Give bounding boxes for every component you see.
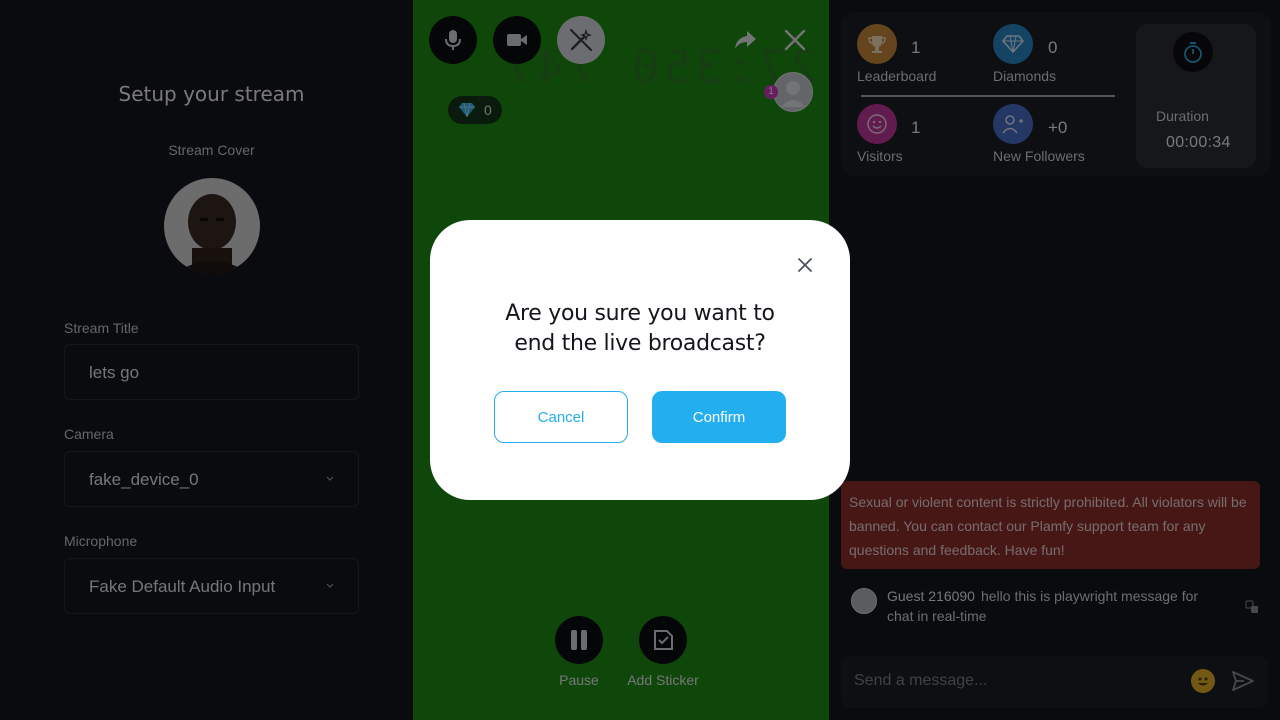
dialog-title: Are you sure you want to end the live br… xyxy=(505,301,775,356)
cancel-button[interactable]: Cancel xyxy=(494,391,628,443)
end-broadcast-dialog: Are you sure you want to end the live br… xyxy=(430,220,850,500)
confirm-button[interactable]: Confirm xyxy=(652,391,786,443)
close-icon[interactable] xyxy=(796,256,814,274)
